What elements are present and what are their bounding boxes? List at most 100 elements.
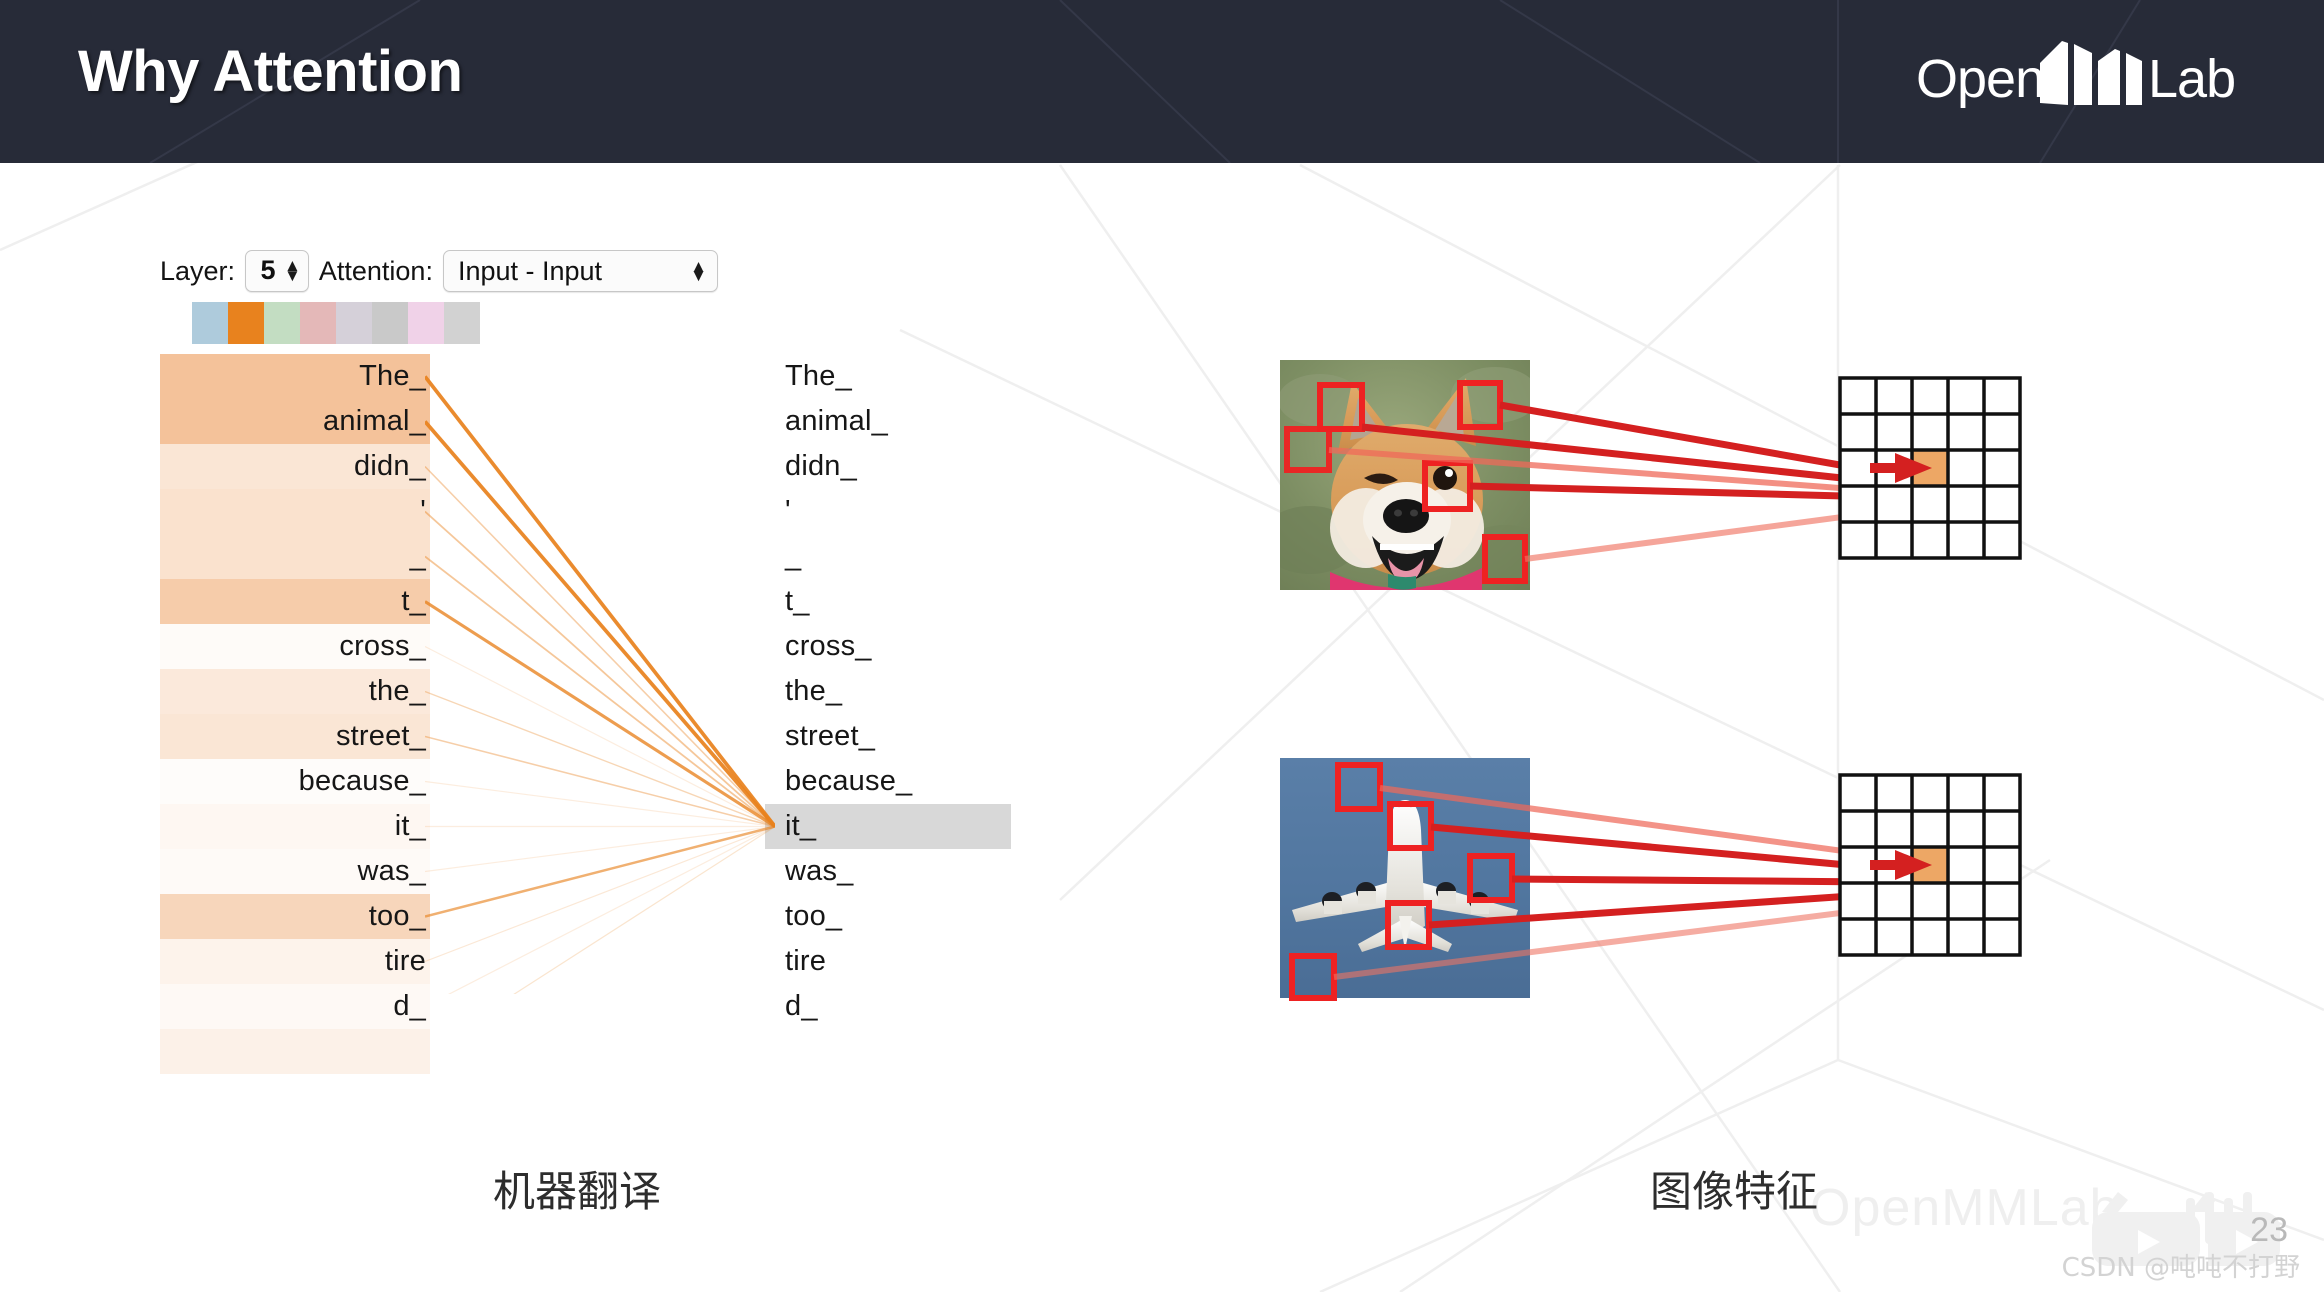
openmmlab-logo-mark: Open Lab <box>1916 41 2236 109</box>
target-token-row[interactable]: animal_ <box>765 399 1015 444</box>
target-token-row[interactable]: the_ <box>765 669 1015 714</box>
source-token-row[interactable]: it_ <box>160 804 430 849</box>
attention-label: Attention: <box>318 255 433 286</box>
target-token-label: because_ <box>785 765 913 797</box>
attention-line <box>425 825 775 963</box>
target-token-label: was_ <box>785 855 854 887</box>
image-feature-panel <box>1280 360 2200 1080</box>
updown-chevron-icon[interactable]: ▲ ▼ <box>690 257 707 284</box>
target-token-label: _ <box>785 540 802 572</box>
attention-value: Input - Input <box>457 255 603 286</box>
target-token-label: the_ <box>785 675 843 707</box>
source-token-label: was_ <box>357 855 426 887</box>
source-token-row[interactable]: cross_ <box>160 624 430 669</box>
target-token-row[interactable]: because_ <box>765 759 1015 804</box>
openmmlab-watermark: OpenMMLab <box>1810 1179 2120 1237</box>
target-token-label: ' <box>785 495 791 527</box>
source-token-row[interactable]: street_ <box>160 714 430 759</box>
attention-line <box>425 825 775 873</box>
feature-map-grid-top <box>1838 376 2022 560</box>
feature-map-grid-bottom <box>1838 773 2022 957</box>
attention-line <box>425 600 775 828</box>
attention-head-swatch-0[interactable] <box>192 302 228 344</box>
target-token-label: street_ <box>785 720 876 752</box>
source-token-row[interactable]: too_ <box>160 894 430 939</box>
attention-head-swatch-7[interactable] <box>444 302 480 344</box>
attention-line <box>425 825 775 918</box>
layer-stepper[interactable]: 5 ▲ ▼ <box>245 250 309 292</box>
target-token-row[interactable]: tire <box>765 939 1015 984</box>
source-token-row[interactable]: animal_ <box>160 399 430 444</box>
source-token-label: d_ <box>393 990 426 1022</box>
source-token-label: _ <box>409 540 426 572</box>
target-token-row[interactable]: was_ <box>765 849 1015 894</box>
source-token-row[interactable]: The_ <box>160 354 430 399</box>
source-token-row[interactable]: tire <box>160 939 430 984</box>
target-token-row[interactable]: ' <box>765 489 1015 534</box>
target-token-row[interactable]: _ <box>765 534 1015 579</box>
target-token-row[interactable]: didn_ <box>765 444 1015 489</box>
attention-weight-lines <box>425 375 775 994</box>
attention-head-swatch-4[interactable] <box>336 302 372 344</box>
target-token-row[interactable]: cross_ <box>765 624 1015 669</box>
source-token-row[interactable]: didn_ <box>160 444 430 489</box>
target-token-row-selected[interactable]: it_ <box>765 804 1011 849</box>
slide-header: Why Attention Open Lab <box>0 0 2324 163</box>
source-token-row[interactable]: the_ <box>160 669 430 714</box>
attention-head-swatch-2[interactable] <box>264 302 300 344</box>
source-token-label: the_ <box>368 675 426 707</box>
target-token-label: cross_ <box>785 630 872 662</box>
target-token-row[interactable]: d_ <box>765 984 1015 1029</box>
caption-machine-translation: 机器翻译 <box>493 1167 662 1216</box>
target-token-row[interactable]: street_ <box>765 714 1015 759</box>
attention-line <box>447 825 775 994</box>
attention-line <box>425 510 775 828</box>
attention-head-selector[interactable] <box>192 302 480 344</box>
target-token-row[interactable]: t_ <box>765 579 1015 624</box>
target-token-row[interactable]: The_ <box>765 354 1015 399</box>
source-token-label: street_ <box>335 720 426 752</box>
attention-line <box>513 825 775 994</box>
attention-head-swatch-5[interactable] <box>372 302 408 344</box>
source-token-label: it_ <box>394 810 426 842</box>
svg-text:Open: Open <box>1916 49 2044 109</box>
attention-head-swatch-1[interactable] <box>228 302 264 344</box>
bertviz-attention-panel: Layer: 5 ▲ ▼ Attention: Input - Input ▲ … <box>160 250 1040 1130</box>
source-token-label: because_ <box>298 765 426 797</box>
attention-head-swatch-6[interactable] <box>408 302 444 344</box>
attention-line <box>425 465 775 828</box>
source-token-row[interactable] <box>160 1029 430 1074</box>
slide-root: Why Attention Open Lab Layer: 5 ▲ ▼ Atte… <box>0 0 2324 1292</box>
layer-label: Layer: <box>160 255 236 286</box>
bertviz-controls: Layer: 5 ▲ ▼ Attention: Input - Input ▲ … <box>160 250 718 292</box>
attention-line <box>425 555 775 828</box>
attention-line <box>425 780 775 828</box>
target-token-row[interactable]: too_ <box>765 894 1015 939</box>
attention-head-swatch-3[interactable] <box>300 302 336 344</box>
airplane-attention-overlay <box>1289 762 1880 1001</box>
target-token-column: The_ animal_ didn_ ' _ t_ cross_ the_ street_bec… <box>765 354 1015 1029</box>
target-token-label: d_ <box>785 990 818 1022</box>
source-token-row[interactable]: t_ <box>160 579 430 624</box>
source-token-column: The_ animal_ didn_ ' _ t_ cross_ the_ street_bec… <box>160 354 430 1074</box>
target-token-label: it_ <box>785 810 817 842</box>
target-token-label: didn_ <box>785 450 857 482</box>
source-token-label: tire <box>384 945 426 977</box>
source-token-row[interactable]: _ <box>160 534 430 579</box>
source-token-row[interactable]: because_ <box>160 759 430 804</box>
target-token-label: tire <box>785 945 827 977</box>
source-token-label: t_ <box>401 585 426 617</box>
openmmlab-logo: Open Lab <box>1916 28 2246 120</box>
dog-attention-overlay <box>1284 380 1880 584</box>
source-token-label: animal_ <box>323 405 426 437</box>
chevron-down-icon[interactable]: ▼ <box>284 266 301 284</box>
source-token-row[interactable]: ' <box>160 489 430 534</box>
attention-select[interactable]: Input - Input ▲ ▼ <box>442 250 718 292</box>
source-token-label: cross_ <box>339 630 426 662</box>
svg-text:Lab: Lab <box>2148 49 2235 109</box>
target-token-label: t_ <box>785 585 810 617</box>
attention-line <box>425 420 775 828</box>
source-token-row[interactable]: was_ <box>160 849 430 894</box>
source-token-row[interactable]: d_ <box>160 984 430 1029</box>
layer-stepper-arrows[interactable]: ▲ ▼ <box>284 257 301 284</box>
